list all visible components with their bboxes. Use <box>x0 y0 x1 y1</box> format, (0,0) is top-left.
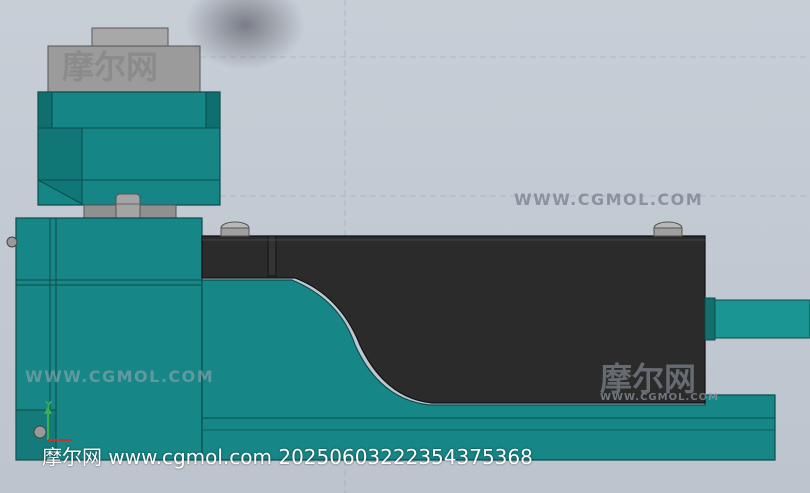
watermark-site-left: WWW.CGMOL.COM <box>25 367 215 386</box>
upper-teal-housing <box>37 91 221 206</box>
output-shaft <box>704 297 810 341</box>
watermark-site-top: WWW.CGMOL.COM <box>514 190 704 209</box>
watermark-logo-cn-top: 摩尔网 <box>62 48 159 86</box>
axis-y-label: Y <box>45 400 53 411</box>
shadow-smudge <box>185 0 305 70</box>
watermark-logo-en: WWW.CGMOL.COM <box>600 392 720 403</box>
cad-viewport[interactable]: 摩尔网 WWW.CGMOL.COM WWW.CGMOL.COM 摩尔网 WWW.… <box>0 0 810 493</box>
footer-caption: 摩尔网 www.cgmol.com 20250603222354375368 <box>42 445 533 469</box>
